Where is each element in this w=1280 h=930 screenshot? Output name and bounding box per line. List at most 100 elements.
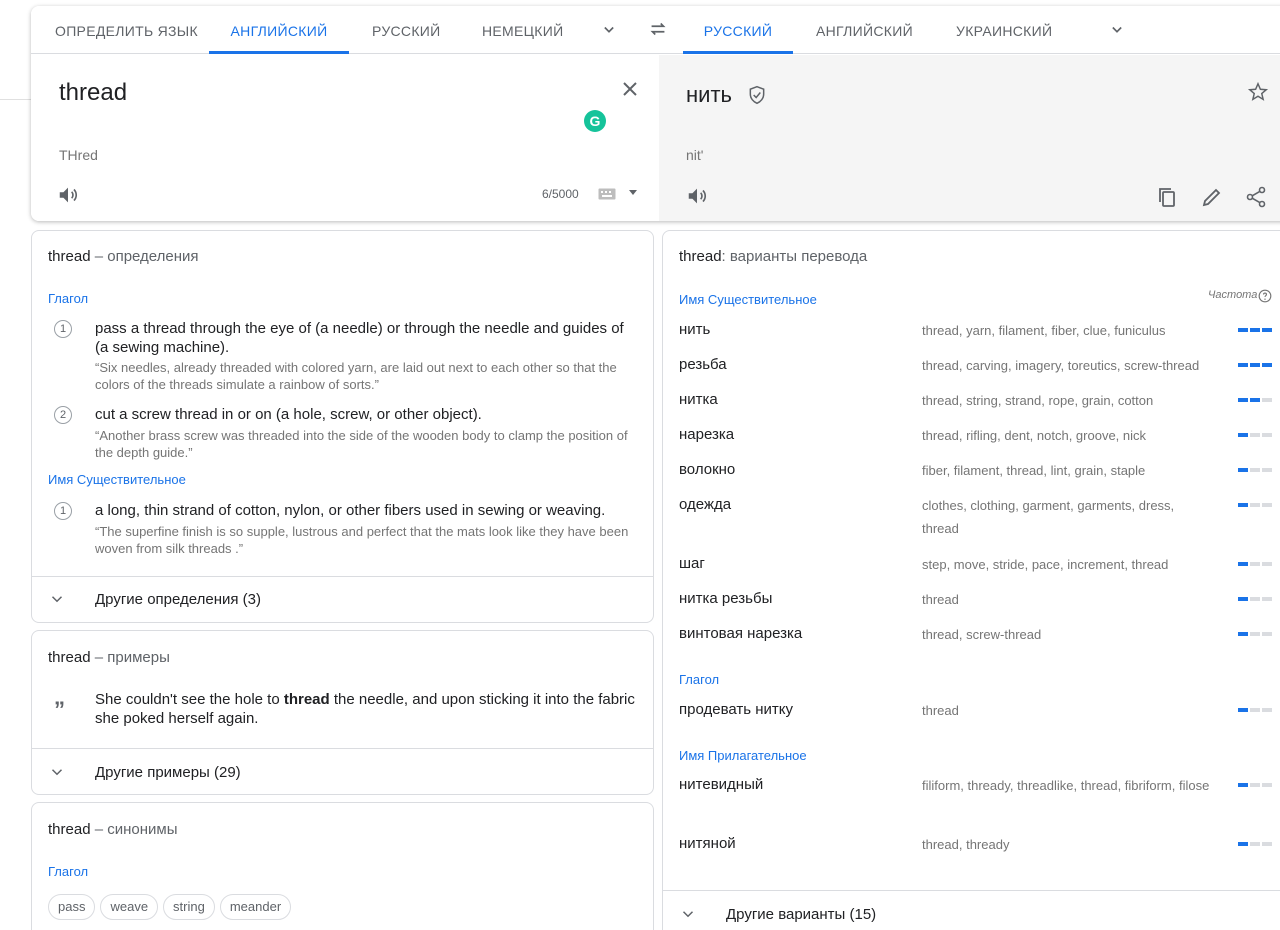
variant-word[interactable]: нитевидный <box>679 776 763 793</box>
title-word: thread <box>679 248 722 265</box>
variant-word[interactable]: одежда <box>679 496 731 513</box>
variant-synonyms: thread, carving, imagery, toreutics, scr… <box>922 358 1200 373</box>
synonym-chips: pass weave string meander <box>48 894 292 920</box>
target-transliteration: nit' <box>686 147 704 163</box>
chevron-down-icon[interactable] <box>1107 20 1127 40</box>
tab-source-russian[interactable]: Русский <box>372 6 441 54</box>
frequency-bar <box>1238 597 1272 601</box>
variant-synonyms: clothes, clothing, garment, garments, dr… <box>922 498 1175 536</box>
more-variants-button[interactable]: Другие варианты (15) <box>726 906 876 923</box>
translation-card: Определить язык Английский Русский Немец… <box>31 6 1280 221</box>
variant-synonyms: fiber, filament, thread, lint, grain, st… <box>922 463 1146 478</box>
synonym-chip[interactable]: meander <box>219 894 292 920</box>
swap-languages-icon[interactable] <box>647 18 669 40</box>
frequency-bar <box>1238 708 1272 712</box>
variant-word[interactable]: нитяной <box>679 835 736 852</box>
variant-word[interactable]: волокно <box>679 461 735 478</box>
share-icon[interactable] <box>1244 185 1268 209</box>
more-examples-button[interactable]: Другие примеры (29) <box>95 764 241 781</box>
frequency-segment <box>1250 468 1260 472</box>
variant-synonyms: thread <box>922 703 959 718</box>
frequency-bar <box>1238 632 1272 636</box>
tab-detect-language[interactable]: Определить язык <box>55 6 198 54</box>
synonym-chip[interactable]: weave <box>100 894 159 920</box>
chevron-down-icon[interactable] <box>48 590 66 608</box>
star-icon[interactable] <box>1247 81 1269 103</box>
tab-target-ukrainian[interactable]: Украинский <box>956 6 1052 54</box>
more-definitions-button[interactable]: Другие определения (3) <box>95 591 261 608</box>
speaker-icon[interactable] <box>57 184 79 206</box>
definition-number: 2 <box>54 406 72 424</box>
examples-panel: thread – примеры ” She couldn't see the … <box>31 630 654 795</box>
part-of-speech-verb: Глагол <box>48 291 89 306</box>
variant-word[interactable]: продевать нитку <box>679 701 793 718</box>
variant-synonyms: thread, rifling, dent, notch, groove, ni… <box>922 428 1147 443</box>
example-sentence: She couldn't see the hole to thread the … <box>95 690 635 728</box>
frequency-bar <box>1238 433 1272 437</box>
frequency-segment <box>1262 433 1272 437</box>
title-word: thread <box>48 821 91 838</box>
help-icon[interactable] <box>1258 289 1272 303</box>
frequency-segment <box>1250 632 1260 636</box>
part-of-speech-noun: Имя Существительное <box>48 472 186 487</box>
frequency-segment <box>1250 328 1260 332</box>
close-icon[interactable] <box>618 77 642 101</box>
frequency-segment <box>1262 632 1272 636</box>
frequency-segment <box>1250 783 1260 787</box>
frequency-segment <box>1238 328 1248 332</box>
frequency-segment <box>1262 708 1272 712</box>
source-input[interactable]: thread <box>59 79 127 107</box>
copy-icon[interactable] <box>1155 185 1179 209</box>
variant-word[interactable]: резьба <box>679 356 727 373</box>
divider <box>663 890 1280 891</box>
frequency-segment <box>1262 328 1272 332</box>
frequency-label: Частота <box>1208 289 1258 301</box>
frequency-segment <box>1238 468 1248 472</box>
definition-text: cut a screw thread in or on (a hole, scr… <box>95 406 482 423</box>
synonym-chip[interactable]: string <box>163 894 215 920</box>
caret-down-icon[interactable] <box>628 189 638 197</box>
variant-synonyms: thread <box>922 592 959 607</box>
frequency-segment <box>1250 363 1260 367</box>
tab-source-english[interactable]: Английский <box>209 6 349 54</box>
chevron-down-icon[interactable] <box>679 905 697 923</box>
variant-word[interactable]: нить <box>679 321 710 338</box>
variant-word[interactable]: винтовая нарезка <box>679 625 802 642</box>
frequency-segment <box>1238 503 1248 507</box>
speaker-icon[interactable] <box>686 185 708 207</box>
variant-word[interactable]: нитка <box>679 391 718 408</box>
grammarly-icon[interactable]: G <box>584 110 606 132</box>
tab-target-russian[interactable]: Русский <box>683 6 793 54</box>
quote-icon: ” <box>54 697 65 722</box>
tab-target-english[interactable]: Английский <box>816 6 913 54</box>
variant-word[interactable]: шаг <box>679 555 705 572</box>
divider <box>32 576 653 577</box>
variant-word[interactable]: нитка резьбы <box>679 590 772 607</box>
frequency-segment <box>1262 468 1272 472</box>
source-pane: thread G THred 6/5000 <box>31 55 659 221</box>
chevron-down-icon[interactable] <box>48 763 66 781</box>
variant-synonyms: step, move, stride, pace, increment, thr… <box>922 557 1169 572</box>
definitions-panel: thread – определения Глагол 1 pass a thr… <box>31 230 654 623</box>
frequency-segment <box>1238 363 1248 367</box>
frequency-segment <box>1238 398 1248 402</box>
edit-pencil-icon[interactable] <box>1200 185 1224 209</box>
frequency-segment <box>1238 783 1248 787</box>
verified-shield-icon[interactable] <box>747 85 767 105</box>
keyboard-icon[interactable] <box>598 188 616 200</box>
variant-word[interactable]: нарезка <box>679 426 734 443</box>
synonym-chip[interactable]: pass <box>48 894 96 920</box>
frequency-segment <box>1262 398 1272 402</box>
panel-title: thread – синонимы <box>48 821 178 838</box>
chevron-down-icon[interactable] <box>599 20 619 40</box>
definition-example: “Six needles, already threaded with colo… <box>95 360 617 392</box>
title-suffix: : варианты перевода <box>721 248 868 265</box>
target-pane: нить nit' <box>659 55 1280 221</box>
translation-variants-panel: thread: варианты перевода Частота Имя Су… <box>662 230 1280 930</box>
frequency-segment <box>1238 842 1248 846</box>
tab-source-german[interactable]: Немецкий <box>482 6 564 54</box>
definition-example: “The superfine finish is so supple, lust… <box>95 524 629 556</box>
part-of-speech-label: Имя Существительное <box>679 292 817 307</box>
language-bar: Определить язык Английский Русский Немец… <box>31 6 1280 54</box>
frequency-segment <box>1250 433 1260 437</box>
